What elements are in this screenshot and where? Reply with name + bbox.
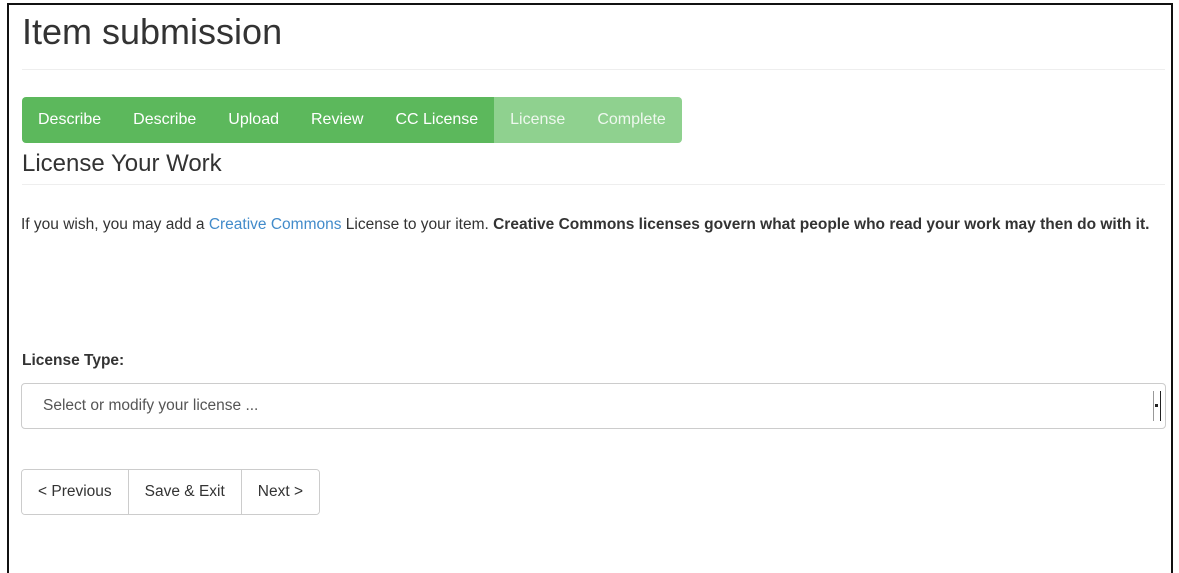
previous-button[interactable]: < Previous xyxy=(22,470,128,514)
progress-step-review[interactable]: Review xyxy=(294,97,380,143)
next-button[interactable]: Next > xyxy=(240,470,320,514)
section-divider xyxy=(22,184,1165,185)
license-type-label: License Type: xyxy=(22,352,125,369)
intro-text: If you wish, you may add a Creative Comm… xyxy=(21,212,1161,238)
intro-middle: License to your item. xyxy=(341,216,494,233)
progress-step-complete: Complete xyxy=(581,97,682,143)
progress-step-cc-license[interactable]: CC License xyxy=(379,97,495,143)
license-type-selected-value: Select or modify your license ... xyxy=(43,397,259,414)
save-exit-button[interactable]: Save & Exit xyxy=(127,470,241,514)
progress-step-describe-2[interactable]: Describe xyxy=(117,97,213,143)
dropdown-arrow-icon[interactable] xyxy=(1153,391,1161,421)
license-type-select[interactable]: Select or modify your license ... xyxy=(21,383,1166,429)
submission-progress-bar: Describe Describe Upload Review CC Licen… xyxy=(22,97,682,143)
progress-step-describe-1[interactable]: Describe xyxy=(22,97,118,143)
progress-step-upload[interactable]: Upload xyxy=(212,97,295,143)
intro-prefix: If you wish, you may add a xyxy=(21,216,209,233)
navigation-button-group: < Previous Save & Exit Next > xyxy=(21,469,321,515)
section-title: License Your Work xyxy=(22,150,222,177)
intro-bold-text: Creative Commons licenses govern what pe… xyxy=(493,216,1150,233)
page-title: Item submission xyxy=(22,11,283,52)
title-divider xyxy=(22,69,1165,70)
creative-commons-link[interactable]: Creative Commons xyxy=(209,216,342,233)
progress-step-license: License xyxy=(494,97,582,143)
